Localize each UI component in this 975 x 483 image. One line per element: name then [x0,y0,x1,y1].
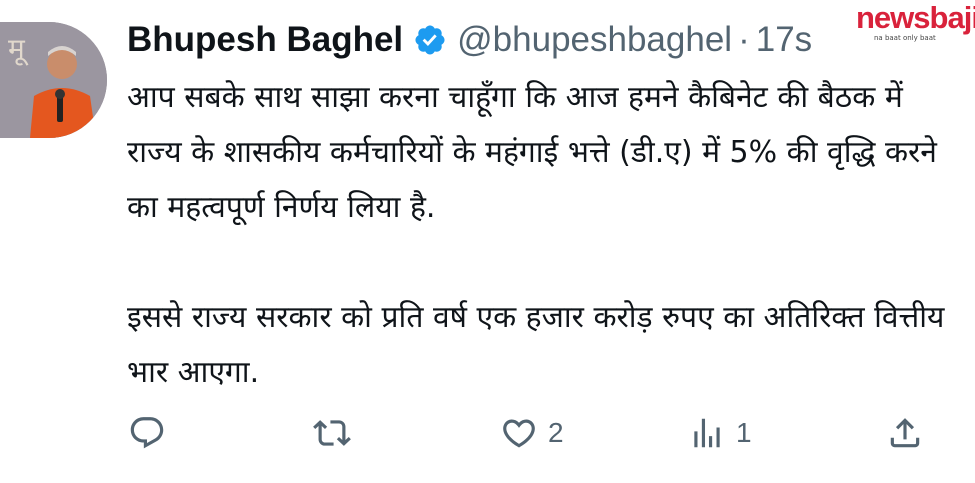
views-count: 1 [736,417,752,448]
share-icon [886,414,924,452]
tweet-text: आप सबके साथ साझा करना चाहूँगा कि आज हमने… [127,70,957,400]
author-name[interactable]: Bhupesh Baghel [127,20,403,60]
tweet-header: Bhupesh Baghel @bhupeshbaghel · 17s [127,20,812,60]
tweet-timestamp[interactable]: 17s [756,20,812,60]
verified-badge-icon [413,23,447,57]
views-icon [688,414,726,452]
author-handle[interactable]: @bhupeshbaghel [457,20,732,60]
newsbaji-watermark: newsbaji na baat only baat [852,0,975,48]
views-button[interactable]: 1 [688,410,752,456]
tweet-paragraph: इससे राज्य सरकार को प्रति वर्ष एक हजार क… [127,300,945,390]
share-button[interactable] [886,410,924,456]
like-count: 2 [548,417,564,448]
author-avatar[interactable]: मू [0,22,107,138]
retweet-button[interactable] [313,410,351,456]
watermark-logo: newsbaji [856,0,975,35]
reply-icon [128,414,166,452]
tweet-action-bar: 2 1 [0,410,975,460]
retweet-icon [313,414,351,452]
reply-button[interactable] [128,410,166,456]
heart-icon [500,414,538,452]
watermark-tagline: na baat only baat [874,34,936,42]
tweet-paragraph: आप सबके साथ साझा करना चाहूँगा कि आज हमने… [127,80,937,225]
header-separator: · [738,20,750,59]
like-button[interactable]: 2 [500,410,564,456]
